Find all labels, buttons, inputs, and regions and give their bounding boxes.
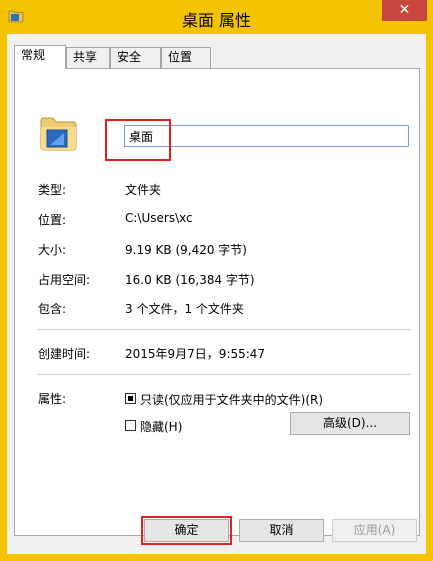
size-label: 大小:	[38, 243, 67, 257]
hidden-checkbox[interactable]	[125, 420, 136, 431]
highlight-box-name	[105, 119, 171, 161]
created-label: 创建时间:	[38, 347, 91, 361]
separator	[37, 374, 411, 375]
size-on-disk-value: 16.0 KB (16,384 字节)	[125, 273, 255, 287]
separator	[37, 329, 411, 330]
hidden-label[interactable]: 隐藏(H)	[140, 418, 182, 435]
attributes-label: 属性:	[38, 392, 67, 406]
tab-sharing[interactable]: 共享	[66, 47, 110, 68]
size-value: 9.19 KB (9,420 字节)	[125, 243, 247, 257]
advanced-button[interactable]: 高级(D)...	[290, 412, 410, 435]
apply-button: 应用(A)	[332, 519, 417, 542]
dialog-client: 常规 共享 安全 位置 类型: 文件夹 位置: C:\Users\xc 大小: …	[7, 34, 426, 554]
contains-value: 3 个文件，1 个文件夹	[125, 302, 244, 316]
created-value: 2015年9月7日，9:55:47	[125, 347, 266, 361]
close-button[interactable]: ✕	[382, 0, 427, 21]
tab-security[interactable]: 安全	[110, 47, 161, 68]
folder-icon	[40, 117, 77, 151]
properties-window: 桌面 属性 ✕ 常规 共享 安全 位置 类型: 文件夹 位置: C:\Users…	[0, 0, 433, 561]
tab-general[interactable]: 常规	[14, 45, 66, 69]
general-panel: 类型: 文件夹 位置: C:\Users\xc 大小: 9.19 KB (9,4…	[14, 68, 420, 536]
title-bar[interactable]: 桌面 属性 ✕	[0, 0, 433, 34]
type-label: 类型:	[38, 183, 67, 197]
type-value: 文件夹	[125, 183, 162, 197]
cancel-button[interactable]: 取消	[239, 519, 324, 542]
readonly-checkbox[interactable]	[125, 393, 136, 404]
window-title: 桌面 属性	[181, 11, 252, 30]
highlight-box-ok	[141, 516, 232, 545]
location-value: C:\Users\xc	[125, 211, 193, 225]
tab-location[interactable]: 位置	[161, 47, 211, 68]
contains-label: 包含:	[38, 302, 67, 316]
readonly-label[interactable]: 只读(仅应用于文件夹中的文件)(R)	[140, 391, 323, 408]
location-label: 位置:	[38, 213, 67, 227]
size-on-disk-label: 占用空间:	[38, 273, 91, 287]
